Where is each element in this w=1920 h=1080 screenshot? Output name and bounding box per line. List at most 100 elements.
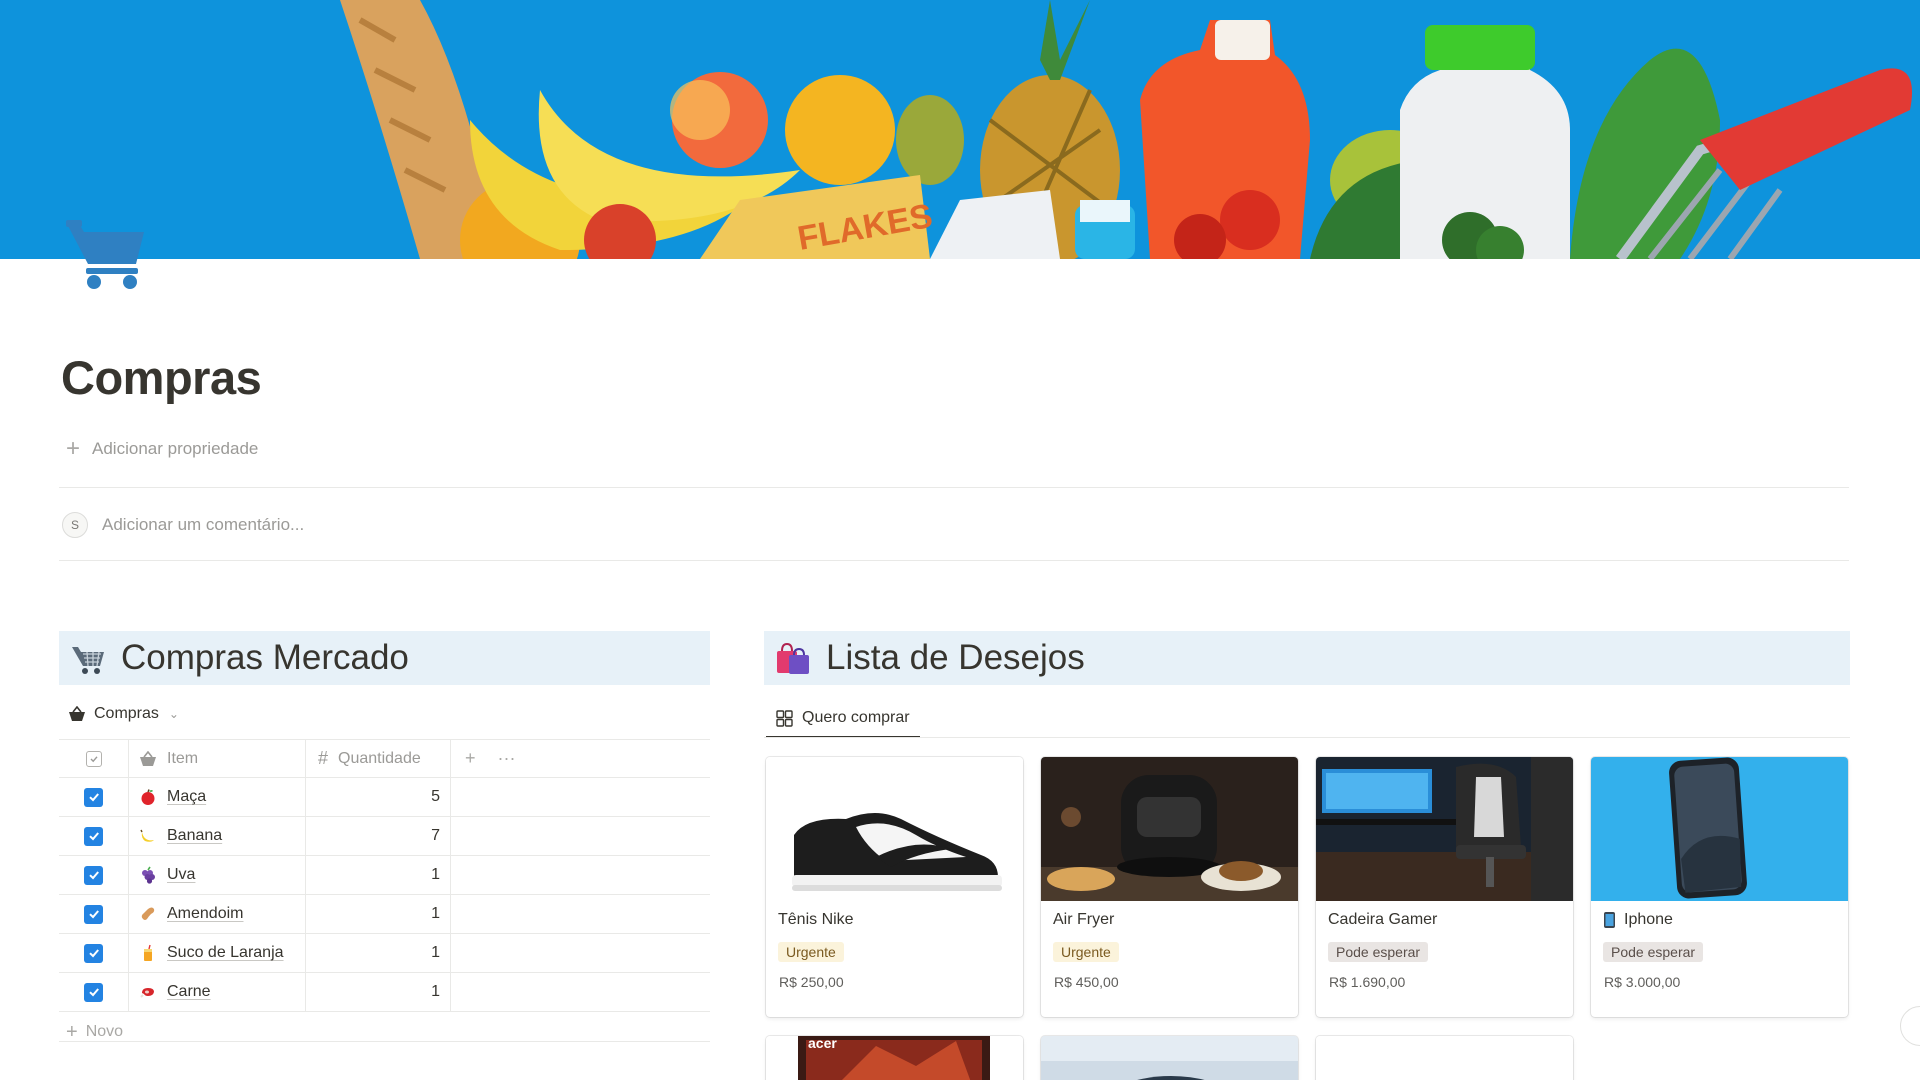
quantity-column-label: Quantidade [338, 749, 421, 767]
gallery-card[interactable]: acer [766, 1036, 1023, 1080]
view-tab-label: Quero comprar [802, 709, 910, 726]
item-name[interactable]: Amendoim [167, 905, 243, 923]
quantity-cell[interactable]: 1 [306, 895, 451, 933]
new-row-button[interactable]: + Novo [66, 1022, 123, 1042]
empty-image [1316, 1036, 1573, 1080]
add-property-label: Adicionar propriedade [92, 439, 259, 458]
priority-tag: Urgente [1053, 942, 1119, 962]
quantity-column-header[interactable]: # Quantidade [306, 740, 451, 777]
item-column-header[interactable]: Item [129, 740, 306, 777]
card-price: R$ 450,00 [1054, 974, 1119, 990]
card-title-text: Iphone [1624, 911, 1673, 928]
checkbox[interactable] [84, 904, 103, 924]
item-name[interactable]: Carne [167, 983, 211, 1001]
priority-tag: Urgente [778, 942, 844, 962]
table-row[interactable]: Amendoim 1 [59, 895, 710, 934]
view-tab-compras[interactable]: Compras ⌄ [68, 705, 179, 723]
comment-input[interactable]: S Adicionar um comentário... [62, 512, 304, 538]
shopping-bags-emoji [777, 642, 809, 674]
table-row[interactable]: Maça 5 [59, 778, 710, 817]
quantity-cell[interactable]: 5 [306, 778, 451, 816]
checkbox[interactable] [84, 865, 103, 885]
avatar: S [62, 512, 88, 538]
acer-laptop-image: acer [766, 1036, 1023, 1080]
item-name[interactable]: Uva [167, 866, 195, 884]
checkbox[interactable] [84, 943, 103, 963]
gallery-card[interactable]: Air Fryer Urgente R$ 450,00 [1041, 757, 1298, 1017]
new-row-label: Novo [85, 1023, 124, 1040]
view-tab-label: Compras [94, 705, 159, 722]
divider [59, 1041, 710, 1042]
gallery-grid-icon [776, 709, 793, 727]
table-row[interactable]: Suco de Laranja 1 [59, 934, 710, 973]
gallery-card[interactable] [1041, 1036, 1298, 1080]
gallery-card[interactable] [1316, 1036, 1573, 1080]
grapes-emoji [142, 866, 155, 884]
section-heading: Lista de Desejos [826, 638, 1085, 677]
plus-icon: + [66, 435, 81, 462]
brand-text: acer [808, 1036, 837, 1051]
iphone-image [1591, 757, 1848, 901]
grocery-cover-image: FLAKES [0, 0, 1920, 259]
basket-icon [140, 750, 156, 766]
checkbox[interactable] [84, 982, 103, 1002]
quantity-cell[interactable]: 7 [306, 817, 451, 855]
plus-icon: + [66, 1021, 78, 1043]
chevron-down-icon[interactable]: ⌄ [169, 707, 179, 721]
banana-emoji [140, 829, 154, 842]
table-row[interactable]: Banana 7 [59, 817, 710, 856]
scroll-button[interactable] [1900, 1006, 1920, 1046]
table-header-row: Item # Quantidade + ··· [59, 739, 710, 778]
quantity-cell[interactable]: 1 [306, 856, 451, 894]
sneaker-image [766, 757, 1023, 901]
basket-icon [69, 706, 85, 721]
card-title: Air Fryer [1053, 911, 1115, 928]
shopping-cart-emoji [72, 647, 104, 674]
divider [59, 560, 1849, 561]
divider [764, 737, 1850, 738]
quantity-cell[interactable]: 1 [306, 973, 451, 1011]
gaming-chair-image [1316, 757, 1573, 901]
apple-emoji [141, 789, 155, 805]
add-property-button[interactable]: + Adicionar propriedade [66, 437, 258, 461]
card-price: R$ 250,00 [779, 974, 844, 990]
card-title: Tênis Nike [778, 911, 854, 928]
item-name[interactable]: Banana [167, 827, 222, 845]
divider [59, 487, 1849, 488]
checkbox[interactable] [84, 787, 103, 807]
checkbox-column-header[interactable] [59, 740, 129, 777]
section-heading: Compras Mercado [121, 638, 409, 677]
priority-tag: Pode esperar [1328, 942, 1429, 962]
meat-emoji [140, 988, 154, 998]
section-header-compras-mercado: Compras Mercado [59, 631, 710, 685]
checkbox-header-icon [85, 750, 102, 767]
table-row[interactable]: Carne 1 [59, 973, 710, 1012]
compras-table: Item # Quantidade + ··· Maça 5 Banana 7 [59, 739, 710, 1012]
add-property-plus-icon[interactable]: + [465, 748, 476, 769]
card-price: R$ 3.000,00 [1604, 974, 1681, 990]
item-name[interactable]: Maça [167, 788, 206, 806]
comment-placeholder: Adicionar um comentário... [102, 515, 305, 534]
item-name[interactable]: Suco de Laranja [167, 944, 284, 962]
page-cover[interactable]: FLAKES [0, 0, 1920, 259]
priority-tag: Pode esperar [1603, 942, 1704, 962]
card-title: Cadeira Gamer [1328, 911, 1438, 928]
quantity-cell[interactable]: 1 [306, 934, 451, 972]
air-fryer-image [1041, 757, 1298, 901]
view-tab-quero-comprar[interactable]: Quero comprar [766, 700, 920, 738]
section-header-lista-de-desejos: Lista de Desejos [764, 631, 1850, 685]
more-options-icon[interactable]: ··· [498, 748, 516, 769]
card-price: R$ 1.690,00 [1329, 974, 1406, 990]
mobile-phone-emoji [1604, 912, 1615, 928]
shopping-cart-icon[interactable] [62, 218, 148, 292]
juice-emoji [144, 944, 152, 961]
page-title[interactable]: Compras [61, 350, 262, 405]
gallery-card[interactable]: Iphone Pode esperar R$ 3.000,00 [1591, 757, 1848, 1017]
gallery-card[interactable]: Tênis Nike Urgente R$ 250,00 [766, 757, 1023, 1017]
table-row[interactable]: Uva 1 [59, 856, 710, 895]
card-title: Iphone [1603, 911, 1673, 929]
checkbox[interactable] [84, 826, 103, 846]
gallery-card[interactable]: Cadeira Gamer Pode esperar R$ 1.690,00 [1316, 757, 1573, 1017]
item-column-label: Item [167, 749, 199, 767]
number-icon: # [318, 748, 329, 768]
